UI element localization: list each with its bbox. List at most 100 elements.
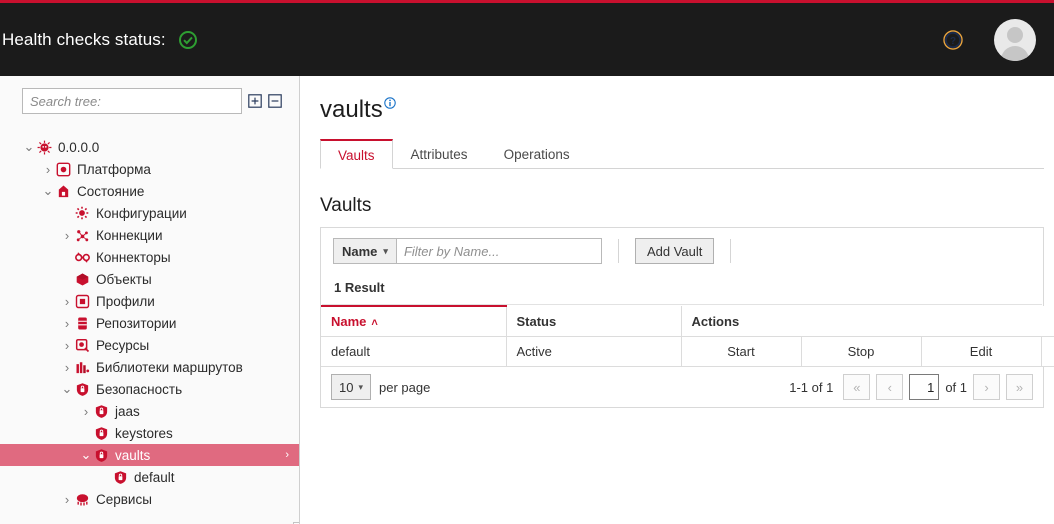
- column-header-status[interactable]: Status: [506, 306, 682, 337]
- cell-name: default: [321, 336, 507, 367]
- per-page-value: 10: [339, 379, 354, 395]
- tree-item-label: Библиотеки маршрутов: [96, 359, 243, 375]
- tree-item-ресурсы[interactable]: › Ресурсы: [0, 334, 299, 356]
- sidebar-tree-panel: ⌄0.0.0.0›Платформа⌄Состояние Конфигураци…: [0, 76, 300, 524]
- chevron-right-icon[interactable]: ›: [60, 316, 74, 331]
- tree-item-библиотеки-маршрутов[interactable]: › Библиотеки маршрутов: [0, 356, 299, 378]
- collapse-all-icon[interactable]: [268, 94, 282, 108]
- info-icon[interactable]: [383, 96, 396, 109]
- chevron-right-icon[interactable]: ›: [60, 360, 74, 375]
- chevron-down-icon[interactable]: ⌄: [79, 448, 93, 461]
- filter-input[interactable]: [396, 238, 602, 264]
- tree-item-label: Коннекции: [96, 227, 163, 243]
- chevron-right-icon[interactable]: ›: [285, 449, 289, 461]
- navigation-tree: ⌄ 0.0.0.0 › Платформа ⌄ Состояние Конфигураци…: [0, 136, 299, 510]
- tree-item-состояние[interactable]: ⌄ Состояние: [0, 180, 299, 202]
- per-page-select[interactable]: 10 ▾: [331, 374, 371, 400]
- column-header-label: Status: [516, 313, 557, 329]
- tree-item-label: Состояние: [77, 183, 145, 199]
- kebab-menu-icon[interactable]: ⋮: [1041, 336, 1054, 367]
- double-chevron-left-icon[interactable]: «: [843, 374, 871, 400]
- tree-item-конфигурации[interactable]: Конфигурации: [0, 202, 299, 224]
- tree-item-коннекции[interactable]: › Коннекции: [0, 224, 299, 246]
- caret-up-icon: ˄: [371, 317, 378, 329]
- action-start-button[interactable]: Start: [681, 336, 802, 367]
- pagination-bar: 10 ▾ per page 1-1 of 1 « ‹ of 1 › »: [321, 367, 1043, 407]
- tree-item-профили[interactable]: › Профили: [0, 290, 299, 312]
- add-vault-button[interactable]: Add Vault: [634, 238, 715, 264]
- repositories-icon: [74, 315, 90, 331]
- connectors-icon: [74, 249, 90, 265]
- chevron-right-icon[interactable]: ›: [41, 162, 55, 177]
- tree-item-безопасность[interactable]: ⌄ Безопасность: [0, 378, 299, 400]
- tree-item-vaults[interactable]: ⌄ vaults ›: [0, 444, 299, 466]
- chevron-right-icon[interactable]: ›: [60, 294, 74, 309]
- tree-item-коннекторы[interactable]: Коннекторы: [0, 246, 299, 268]
- platform-icon: [55, 161, 71, 177]
- action-edit-button[interactable]: Edit: [921, 336, 1042, 367]
- tree-item-label: jaas: [115, 403, 140, 419]
- shield-icon: [93, 425, 109, 441]
- header-actions: ?: [942, 18, 1054, 61]
- avatar[interactable]: [994, 18, 1036, 61]
- chevron-right-icon[interactable]: ›: [60, 338, 74, 353]
- chevron-down-icon: ▾: [383, 245, 388, 256]
- state-icon: [55, 183, 71, 199]
- filter-toolbar: Name ▾ Add Vault: [321, 228, 1043, 274]
- chevron-down-icon[interactable]: ⌄: [22, 140, 36, 153]
- page-number-input[interactable]: [909, 374, 940, 400]
- page-title: vaults: [320, 96, 1044, 124]
- tree-item-default[interactable]: default: [0, 466, 299, 488]
- cell-status: Active: [506, 336, 682, 367]
- toolbar-divider: [617, 239, 619, 263]
- chevron-right-icon[interactable]: ›: [79, 404, 93, 419]
- tab-attributes[interactable]: Attributes: [393, 139, 486, 169]
- tree-item-label: Сервисы: [96, 491, 152, 507]
- tree-item-keystores[interactable]: keystores: [0, 422, 299, 444]
- tree-item-репозитории[interactable]: › Репозитории: [0, 312, 299, 334]
- expand-all-icon[interactable]: [248, 94, 262, 108]
- tree-item-label: Профили: [96, 293, 155, 309]
- tree-item-объекты[interactable]: Объекты: [0, 268, 299, 290]
- tree-search-row: [0, 76, 299, 114]
- chevron-down-icon[interactable]: ⌄: [41, 184, 55, 197]
- toolbar-divider-2: [730, 239, 732, 263]
- column-header-name[interactable]: Name ˄: [321, 305, 507, 337]
- chevron-left-icon[interactable]: ‹: [876, 374, 904, 400]
- help-icon[interactable]: ?: [942, 29, 964, 51]
- search-tree-input[interactable]: [22, 88, 242, 114]
- shield-icon: [112, 469, 128, 485]
- chevron-right-icon[interactable]: ›: [973, 374, 1000, 400]
- shield-icon: [74, 381, 90, 397]
- tree-item-label: Платформа: [77, 161, 151, 177]
- filter-field-label: Name: [342, 243, 378, 259]
- double-chevron-right-icon[interactable]: »: [1006, 374, 1033, 400]
- objects-icon: [74, 271, 90, 287]
- tree-item-сервисы[interactable]: › Сервисы: [0, 488, 299, 510]
- shield-icon: [93, 403, 109, 419]
- tree-item-jaas[interactable]: › jaas: [0, 400, 299, 422]
- services-icon: [74, 491, 90, 507]
- column-header-actions[interactable]: Actions: [681, 306, 1054, 337]
- chevron-right-icon[interactable]: ›: [60, 492, 74, 507]
- application-window: Health checks status: ? Search tree: ⌄ 0…: [0, 0, 1054, 524]
- tree-item-платформа[interactable]: › Платформа: [0, 158, 299, 180]
- action-stop-button[interactable]: Stop: [801, 336, 922, 367]
- table-row[interactable]: defaultActiveStartStopEdit⋮: [321, 336, 1054, 367]
- table-body: defaultActiveStartStopEdit⋮: [321, 336, 1054, 367]
- tree-item-label: 0.0.0.0: [58, 139, 100, 155]
- tree-item-0-0-0-0[interactable]: ⌄ 0.0.0.0: [0, 136, 299, 158]
- tab-vaults[interactable]: Vaults: [320, 139, 393, 169]
- chevron-right-icon[interactable]: ›: [60, 228, 74, 243]
- content-area: ⌄0.0.0.0›Платформа⌄Состояние Конфигураци…: [0, 76, 1054, 524]
- column-header-label: Name: [331, 314, 367, 329]
- tree-item-label: Репозитории: [96, 315, 177, 331]
- chevron-down-icon[interactable]: ⌄: [60, 382, 74, 395]
- tab-operations[interactable]: Operations: [486, 139, 588, 169]
- tree-item-label: Безопасность: [96, 381, 183, 397]
- shield-icon: [93, 447, 109, 463]
- filter-field-select[interactable]: Name ▾: [333, 238, 397, 264]
